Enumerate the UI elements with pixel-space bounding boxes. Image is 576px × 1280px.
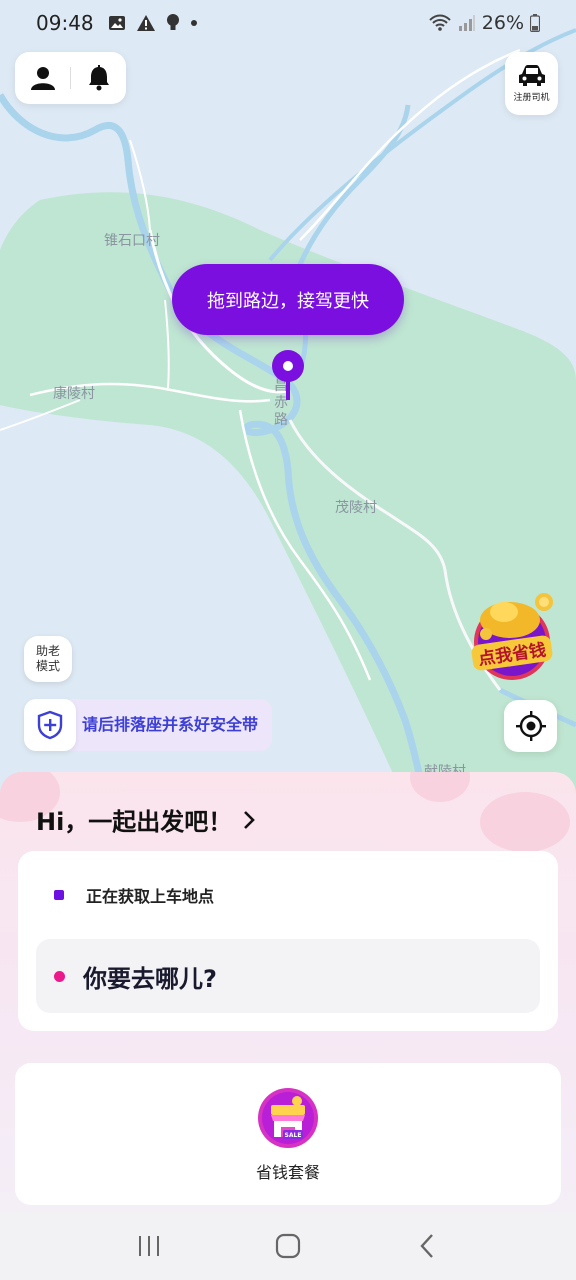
route-card: 正在获取上车地点 你要去哪儿? [18,851,558,1031]
status-time: 09:48 [36,11,94,35]
signal-icon [458,15,475,31]
greeting-link[interactable]: Hi，一起出发吧！ [36,802,256,837]
lightbulb-icon [166,14,179,30]
map-label-village: 锥石口村 [104,233,160,249]
back-icon [420,1234,433,1258]
pickup-dot-icon [54,890,64,900]
notification-button[interactable] [71,52,126,104]
locate-me-button[interactable] [504,700,557,752]
wifi-icon [429,14,451,31]
safety-tip-text: 请后排落座并系好安全带 [70,699,273,751]
decor-petal [480,792,570,852]
warning-icon [136,15,155,31]
map-label-village: 康陵村 [53,386,95,402]
profile-button[interactable] [15,52,70,104]
map-label-village: 茂陵村 [335,500,377,516]
pickup-pin-icon[interactable] [270,350,306,402]
service-save-money-package[interactable]: SALE 省钱套餐 [253,1087,323,1183]
destination-dot-icon [54,970,65,982]
more-notifications-dot-icon [190,20,197,26]
home-button[interactable] [258,1216,318,1276]
battery-icon [530,14,540,32]
destination-placeholder: 你要去哪儿? [83,964,217,993]
elderly-mode-label-1: 助老 [35,644,60,658]
service-badge-text: SALE [285,1132,302,1139]
image-notification-icon [108,16,125,30]
destination-input[interactable]: 你要去哪儿? [36,939,540,1013]
bell-icon [88,65,109,91]
car-icon [518,65,545,86]
shop-sale-icon: SALE [258,1088,318,1148]
recent-apps-icon [139,1236,160,1256]
status-bar: 09:48 26% [0,0,576,46]
service-label: 省钱套餐 [255,1163,320,1182]
home-icon [275,1233,301,1259]
promo-save-money-badge[interactable]: 点我省钱 [466,590,558,682]
top-left-toolbar [15,52,126,104]
decor-petal [410,772,470,802]
system-navigation-bar [0,1212,576,1280]
chevron-right-icon [244,810,256,829]
pickup-location-text: 正在获取上车地点 [86,887,215,906]
shield-plus-icon [37,710,63,740]
elderly-mode-label-2: 模式 [35,659,60,673]
pickup-location-row[interactable]: 正在获取上车地点 [54,883,214,907]
register-driver-label: 注册司机 [513,93,550,103]
register-driver-button[interactable]: 注册司机 [505,52,558,115]
safety-tip[interactable]: 请后排落座并系好安全带 [24,699,288,751]
elderly-mode-button[interactable]: 助老 模式 [24,636,72,682]
back-button[interactable] [397,1216,457,1276]
user-icon [30,67,55,90]
crosshair-location-icon [515,711,546,741]
recent-apps-button[interactable] [119,1216,179,1276]
battery-percent: 26% [481,12,524,34]
pickup-hint-bubble: 拖到路边，接驾更快 [172,264,404,335]
services-card: SALE 省钱套餐 [15,1063,561,1205]
greeting-text: Hi，一起出发吧！ [36,808,233,836]
safety-shield [24,699,76,751]
